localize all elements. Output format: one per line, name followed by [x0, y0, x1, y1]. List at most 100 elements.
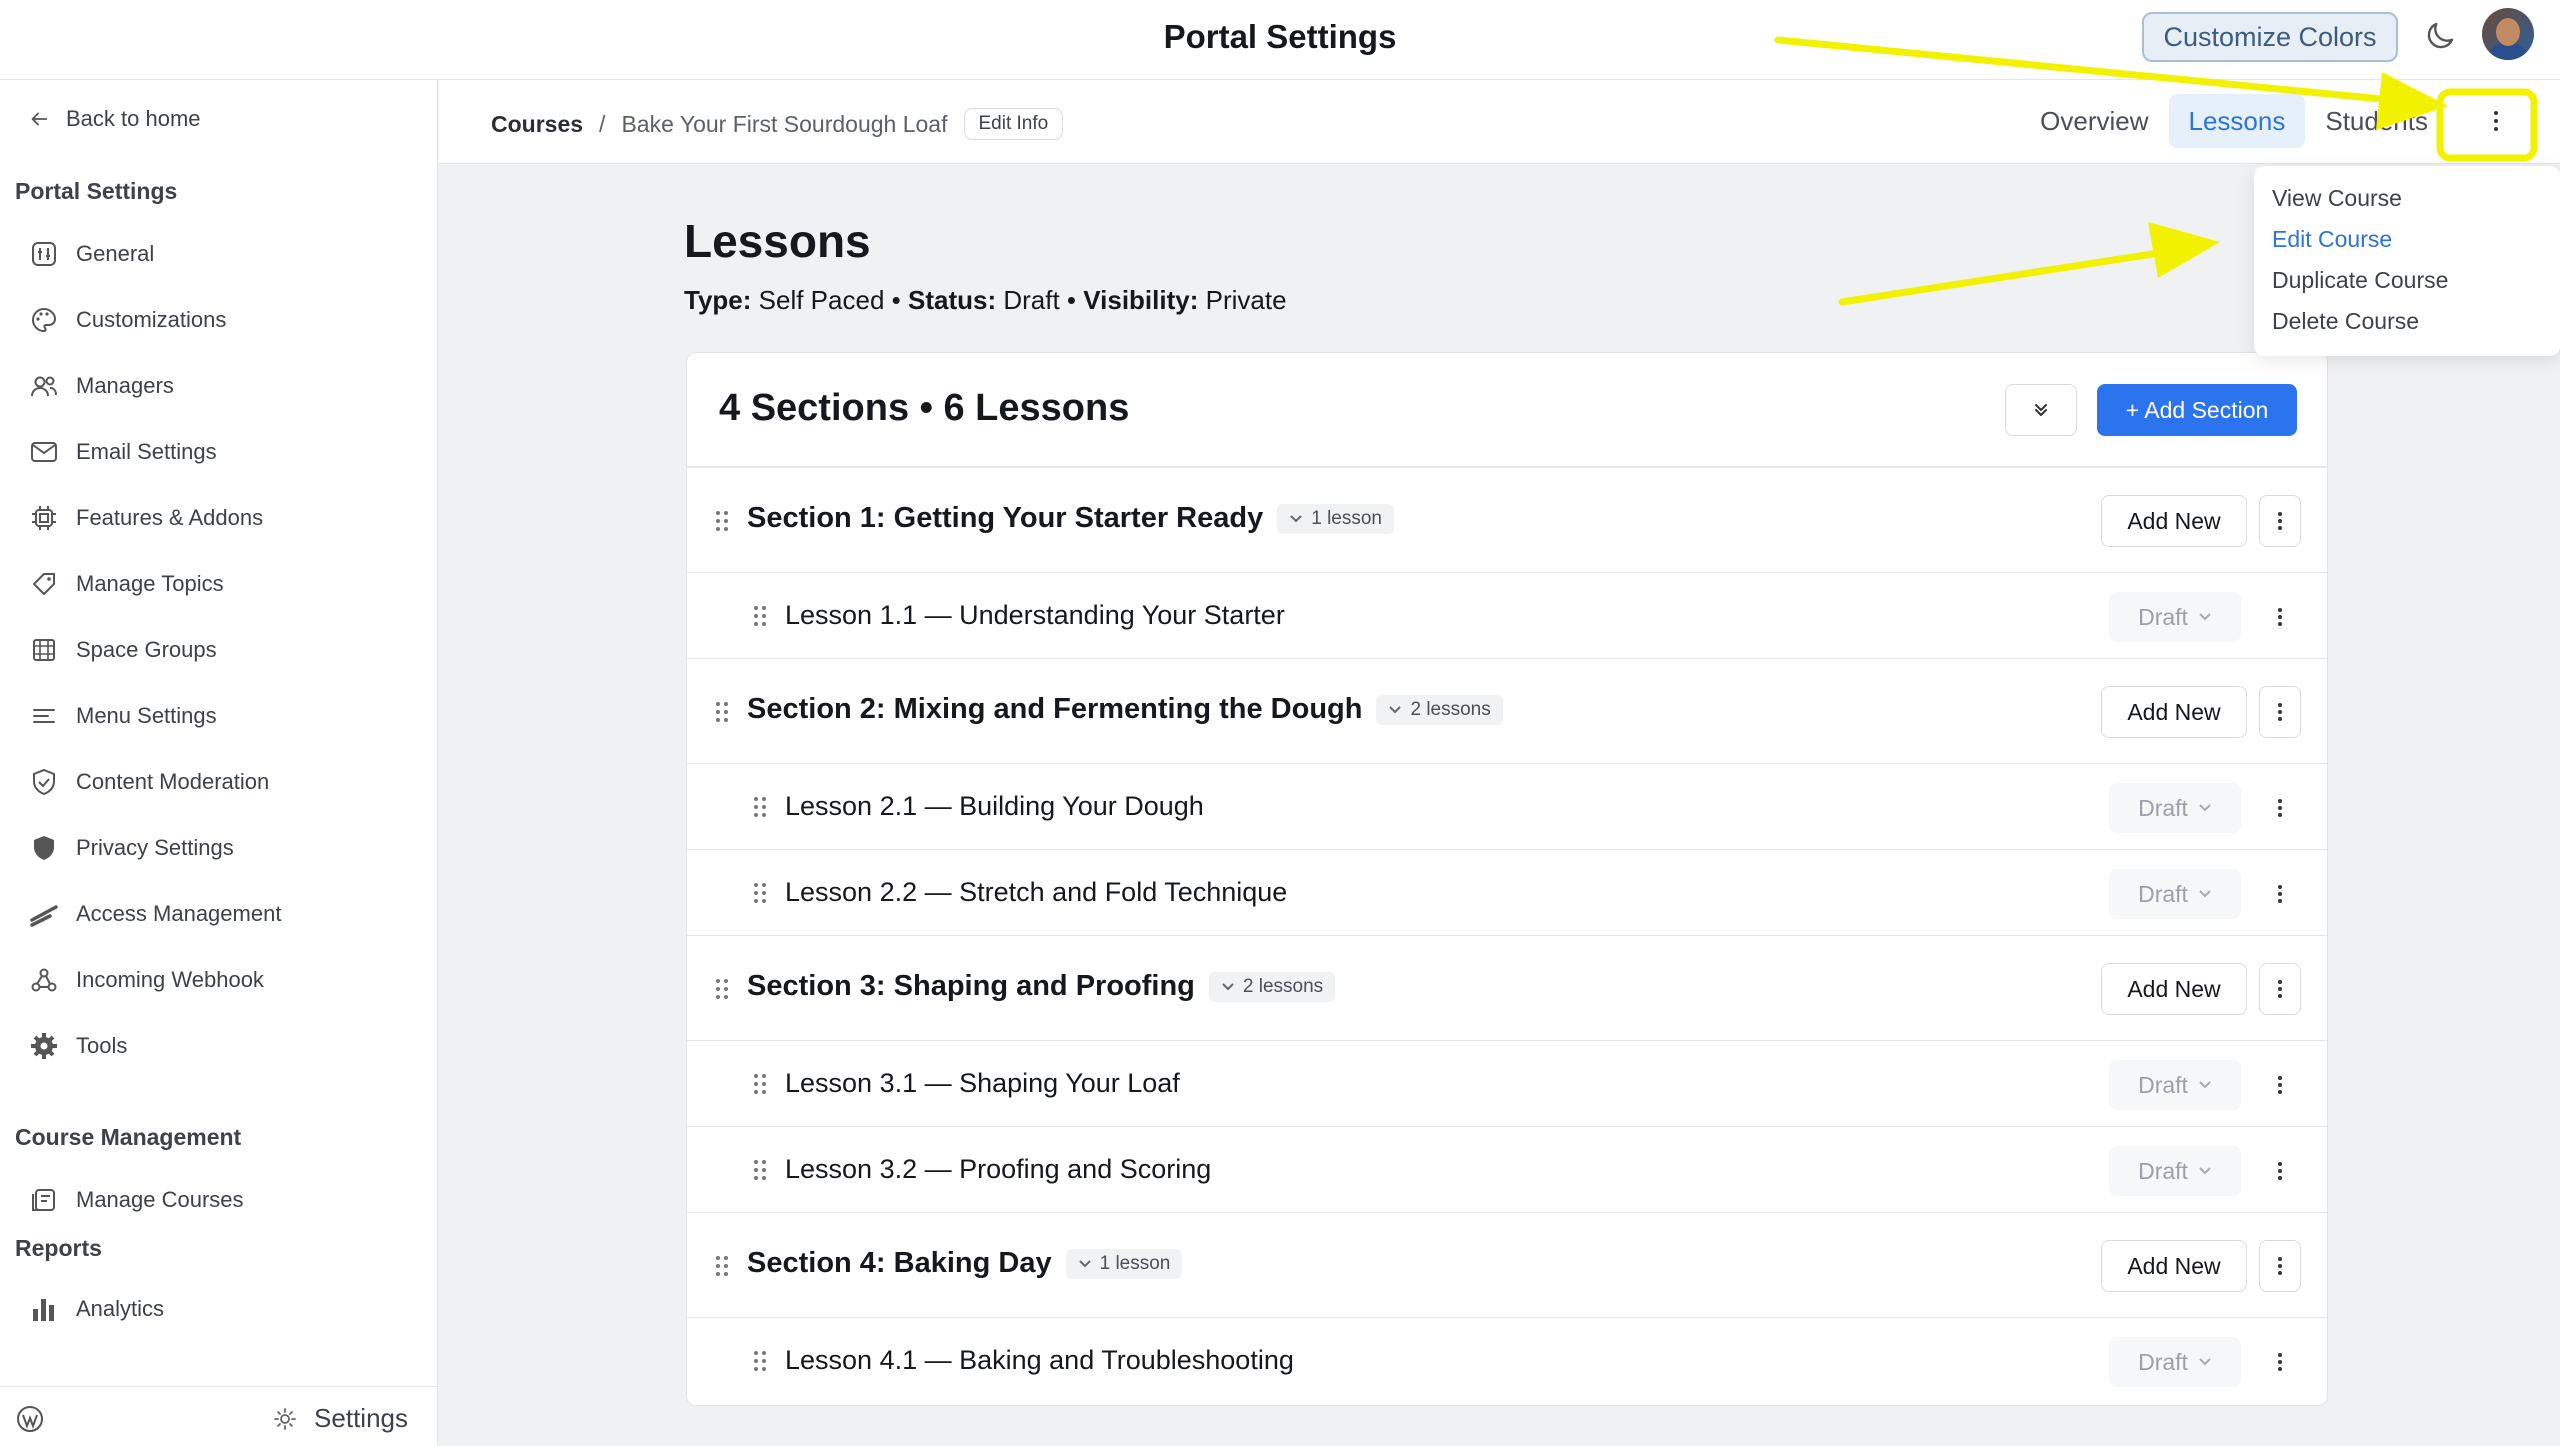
chevron-down-icon — [2199, 804, 2211, 812]
status-value: Draft — [2138, 603, 2188, 630]
breadcrumb-courses-link[interactable]: Courses — [491, 111, 583, 138]
footer-settings-link[interactable]: Settings — [272, 1403, 408, 1434]
drag-handle-icon[interactable] — [715, 701, 729, 723]
sidebar-item-space-groups[interactable]: Space Groups — [28, 630, 217, 670]
lesson-options-button[interactable] — [2265, 600, 2295, 634]
lesson-status-select[interactable]: Draft — [2109, 1060, 2241, 1110]
lesson-count: 2 lessons — [1242, 975, 1324, 997]
sidebar-item-managers[interactable]: Managers — [28, 366, 174, 406]
lesson-title[interactable]: Lesson 3.2 — Proofing and Scoring — [785, 1154, 1211, 1185]
add-new-lesson-button[interactable]: Add New — [2101, 495, 2247, 547]
menu-item-delete-course[interactable]: Delete Course — [2272, 301, 2542, 342]
lesson-status-select[interactable]: Draft — [2109, 783, 2241, 833]
lesson-options-button[interactable] — [2265, 1345, 2295, 1379]
section-options-button[interactable] — [2259, 963, 2301, 1015]
wordpress-icon[interactable] — [16, 1405, 44, 1433]
add-section-button[interactable]: + Add Section — [2097, 384, 2297, 436]
lesson-options-button[interactable] — [2265, 791, 2295, 825]
menu-item-edit-course[interactable]: Edit Course — [2272, 219, 2542, 260]
lesson-options-button[interactable] — [2265, 877, 2295, 911]
sidebar-item-manage-topics[interactable]: Manage Topics — [28, 564, 224, 604]
lesson-count-toggle[interactable]: 2 lessons — [1376, 694, 1503, 725]
user-avatar[interactable] — [2482, 8, 2534, 60]
sidebar-item-label: Managers — [76, 373, 174, 398]
kebab-icon — [2278, 1076, 2282, 1094]
page-title: Lessons — [684, 215, 871, 267]
drag-handle-icon[interactable] — [753, 796, 767, 818]
kebab-icon — [2494, 111, 2498, 131]
sidebar-item-incoming-webhook[interactable]: Incoming Webhook — [28, 960, 264, 1000]
section-title-text: Section 3: Shaping and Proofing — [747, 970, 1195, 1002]
drag-handle-icon[interactable] — [753, 1159, 767, 1181]
add-new-lesson-button[interactable]: Add New — [2101, 686, 2247, 738]
sidebar-item-analytics[interactable]: Analytics — [28, 1289, 164, 1329]
sidebar-item-features-addons[interactable]: Features & Addons — [28, 498, 263, 538]
sidebar-item-customizations[interactable]: Customizations — [28, 300, 226, 340]
lesson-count-toggle[interactable]: 2 lessons — [1208, 971, 1336, 1002]
chevron-down-icon — [2199, 1167, 2211, 1175]
drag-handle-icon[interactable] — [753, 605, 767, 627]
grid-icon — [33, 639, 55, 661]
lesson-title[interactable]: Lesson 2.1 — Building Your Dough — [785, 791, 1204, 822]
lesson-row[interactable]: Lesson 3.2 — Proofing and Scoring Draft — [687, 1127, 2327, 1213]
lesson-options-button[interactable] — [2265, 1068, 2295, 1102]
section-title-text: Section 4: Baking Day — [747, 1247, 1052, 1279]
lesson-count: 1 lesson — [1311, 507, 1382, 529]
drag-handle-icon[interactable] — [715, 510, 729, 532]
menu-item-view-course[interactable]: View Course — [2272, 178, 2542, 219]
section-options-button[interactable] — [2259, 686, 2301, 738]
add-new-lesson-button[interactable]: Add New — [2101, 963, 2247, 1015]
lesson-count-toggle[interactable]: 1 lesson — [1277, 503, 1394, 534]
lesson-status-select[interactable]: Draft — [2109, 1146, 2241, 1196]
lesson-title[interactable]: Lesson 1.1 — Understanding Your Starter — [785, 600, 1285, 631]
course-more-options-button[interactable] — [2456, 94, 2536, 148]
lesson-count-toggle[interactable]: 1 lesson — [1065, 1248, 1183, 1279]
back-to-home-link[interactable]: Back to home — [28, 106, 201, 132]
section-title: Section 4: Baking Day 1 lesson — [747, 1247, 1183, 1280]
sidebar-item-content-moderation[interactable]: Content Moderation — [28, 762, 269, 802]
tab-students[interactable]: Students — [2305, 94, 2448, 148]
lesson-options-button[interactable] — [2265, 1154, 2295, 1188]
add-new-lesson-button[interactable]: Add New — [2101, 1240, 2247, 1292]
sidebar-item-label: Features & Addons — [76, 505, 264, 530]
section-options-button[interactable] — [2259, 1240, 2301, 1292]
lesson-row[interactable]: Lesson 2.1 — Building Your Dough Draft — [687, 764, 2327, 850]
status-value: Draft — [2138, 794, 2188, 821]
lesson-row[interactable]: Lesson 4.1 — Baking and Troubleshooting … — [687, 1318, 2327, 1404]
tab-overview[interactable]: Overview — [2020, 94, 2168, 148]
lesson-row[interactable]: Lesson 2.2 — Stretch and Fold Technique … — [687, 850, 2327, 936]
drag-handle-icon[interactable] — [715, 1255, 729, 1277]
section-options-button[interactable] — [2259, 495, 2301, 547]
lesson-row[interactable]: Lesson 3.1 — Shaping Your Loaf Draft — [687, 1041, 2327, 1127]
collapse-all-button[interactable] — [2005, 384, 2077, 436]
sidebar-item-manage-courses[interactable]: Manage Courses — [28, 1180, 244, 1220]
lesson-title[interactable]: Lesson 2.2 — Stretch and Fold Technique — [785, 877, 1287, 908]
edit-info-button[interactable]: Edit Info — [963, 108, 1064, 140]
lesson-title[interactable]: Lesson 3.1 — Shaping Your Loaf — [785, 1068, 1180, 1099]
sidebar-item-access-management[interactable]: Access Management — [28, 894, 281, 934]
lesson-row[interactable]: Lesson 1.1 — Understanding Your Starter … — [687, 573, 2327, 659]
sidebar-item-general[interactable]: General — [28, 234, 154, 274]
drag-handle-icon[interactable] — [753, 1350, 767, 1372]
lesson-status-select[interactable]: Draft — [2109, 1337, 2241, 1387]
sidebar-item-privacy-settings[interactable]: Privacy Settings — [28, 828, 234, 868]
tab-lessons[interactable]: Lessons — [2168, 94, 2306, 148]
customize-colors-button[interactable]: Customize Colors — [2142, 12, 2398, 62]
sidebar-item-email-settings[interactable]: Email Settings — [28, 432, 217, 472]
lesson-title[interactable]: Lesson 4.1 — Baking and Troubleshooting — [785, 1345, 1294, 1376]
drag-handle-icon[interactable] — [715, 978, 729, 1000]
section-row: Section 4: Baking Day 1 lesson Add New — [687, 1213, 2327, 1318]
menu-item-duplicate-course[interactable]: Duplicate Course — [2272, 260, 2542, 301]
portal-settings-heading: Portal Settings — [15, 178, 178, 204]
section-title: Section 1: Getting Your Starter Ready 1 … — [747, 502, 1394, 535]
drag-handle-icon[interactable] — [753, 882, 767, 904]
dark-mode-icon[interactable] — [2422, 18, 2458, 54]
access-icon — [30, 905, 58, 927]
drag-handle-icon[interactable] — [753, 1073, 767, 1095]
lesson-status-select[interactable]: Draft — [2109, 592, 2241, 642]
kebab-icon — [2278, 885, 2282, 903]
sidebar-item-menu-settings[interactable]: Menu Settings — [28, 696, 217, 736]
sidebar-item-tools[interactable]: Tools — [28, 1026, 127, 1066]
general-icon — [32, 242, 56, 266]
lesson-status-select[interactable]: Draft — [2109, 869, 2241, 919]
